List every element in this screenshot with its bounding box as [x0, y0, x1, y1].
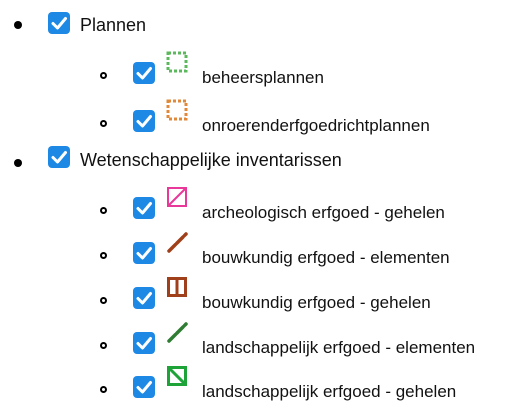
- bullet-circle: [100, 297, 107, 304]
- checkbox-plannen[interactable]: [48, 12, 70, 34]
- layer-label-wetenschappelijke-inventarissen: Wetenschappelijke inventarissen: [80, 150, 342, 170]
- legend-square-split-brown-icon: [165, 275, 189, 299]
- layer-label-beheersplannen: beheersplannen: [202, 68, 324, 87]
- bullet-disc: [14, 21, 22, 29]
- checkbox-onroerenderfgoedrichtplannen[interactable]: [133, 110, 155, 132]
- layer-label-landschappelijk-erfgoed-elementen: landschappelijk erfgoed - elementen: [202, 338, 476, 357]
- checkmark-icon: [136, 67, 152, 80]
- layer-label-plannen: Plannen: [80, 15, 147, 35]
- legend-square-diagonal-green-icon: [165, 364, 189, 388]
- legend-dashed-square-green-icon: [165, 50, 189, 74]
- checkbox-landschappelijk-erfgoed-gehelen[interactable]: [133, 376, 155, 398]
- layer-label-onroerenderfgoedrichtplannen: onroerenderfgoedrichtplannen: [202, 116, 430, 135]
- checkmark-icon: [136, 202, 152, 215]
- layer-label-bouwkundig-erfgoed-gehelen: bouwkundig erfgoed - gehelen: [202, 293, 431, 312]
- checkmark-icon: [136, 292, 152, 305]
- bullet-disc: [14, 159, 22, 167]
- layer-label-archeologisch-erfgoed-gehelen: archeologisch erfgoed - gehelen: [202, 203, 445, 222]
- checkbox-beheersplannen[interactable]: [133, 62, 155, 84]
- bullet-circle: [100, 386, 107, 393]
- legend-line-brown-icon: [165, 230, 189, 254]
- bullet-circle: [100, 72, 107, 79]
- layer-label-bouwkundig-erfgoed-elementen: bouwkundig erfgoed - elementen: [202, 248, 450, 267]
- bullet-circle: [100, 252, 107, 259]
- checkmark-icon: [136, 337, 152, 350]
- checkmark-icon: [136, 115, 152, 128]
- legend-dashed-square-orange-icon: [165, 98, 189, 122]
- bullet-circle: [100, 207, 107, 214]
- layer-label-landschappelijk-erfgoed-gehelen: landschappelijk erfgoed - gehelen: [202, 382, 457, 401]
- checkmark-icon: [136, 247, 152, 260]
- checkmark-icon: [136, 381, 152, 394]
- bullet-circle: [100, 120, 107, 127]
- checkbox-landschappelijk-erfgoed-elementen[interactable]: [133, 332, 155, 354]
- checkbox-bouwkundig-erfgoed-elementen[interactable]: [133, 242, 155, 264]
- bullet-circle: [100, 342, 107, 349]
- checkbox-bouwkundig-erfgoed-gehelen[interactable]: [133, 287, 155, 309]
- checkbox-archeologisch-erfgoed-gehelen[interactable]: [133, 197, 155, 219]
- checkmark-icon: [51, 17, 67, 30]
- legend-line-green-icon: [165, 320, 189, 344]
- legend-square-diagonal-magenta-icon: [165, 185, 189, 209]
- checkbox-wetenschappelijke-inventarissen[interactable]: [48, 146, 70, 168]
- checkmark-icon: [51, 151, 67, 164]
